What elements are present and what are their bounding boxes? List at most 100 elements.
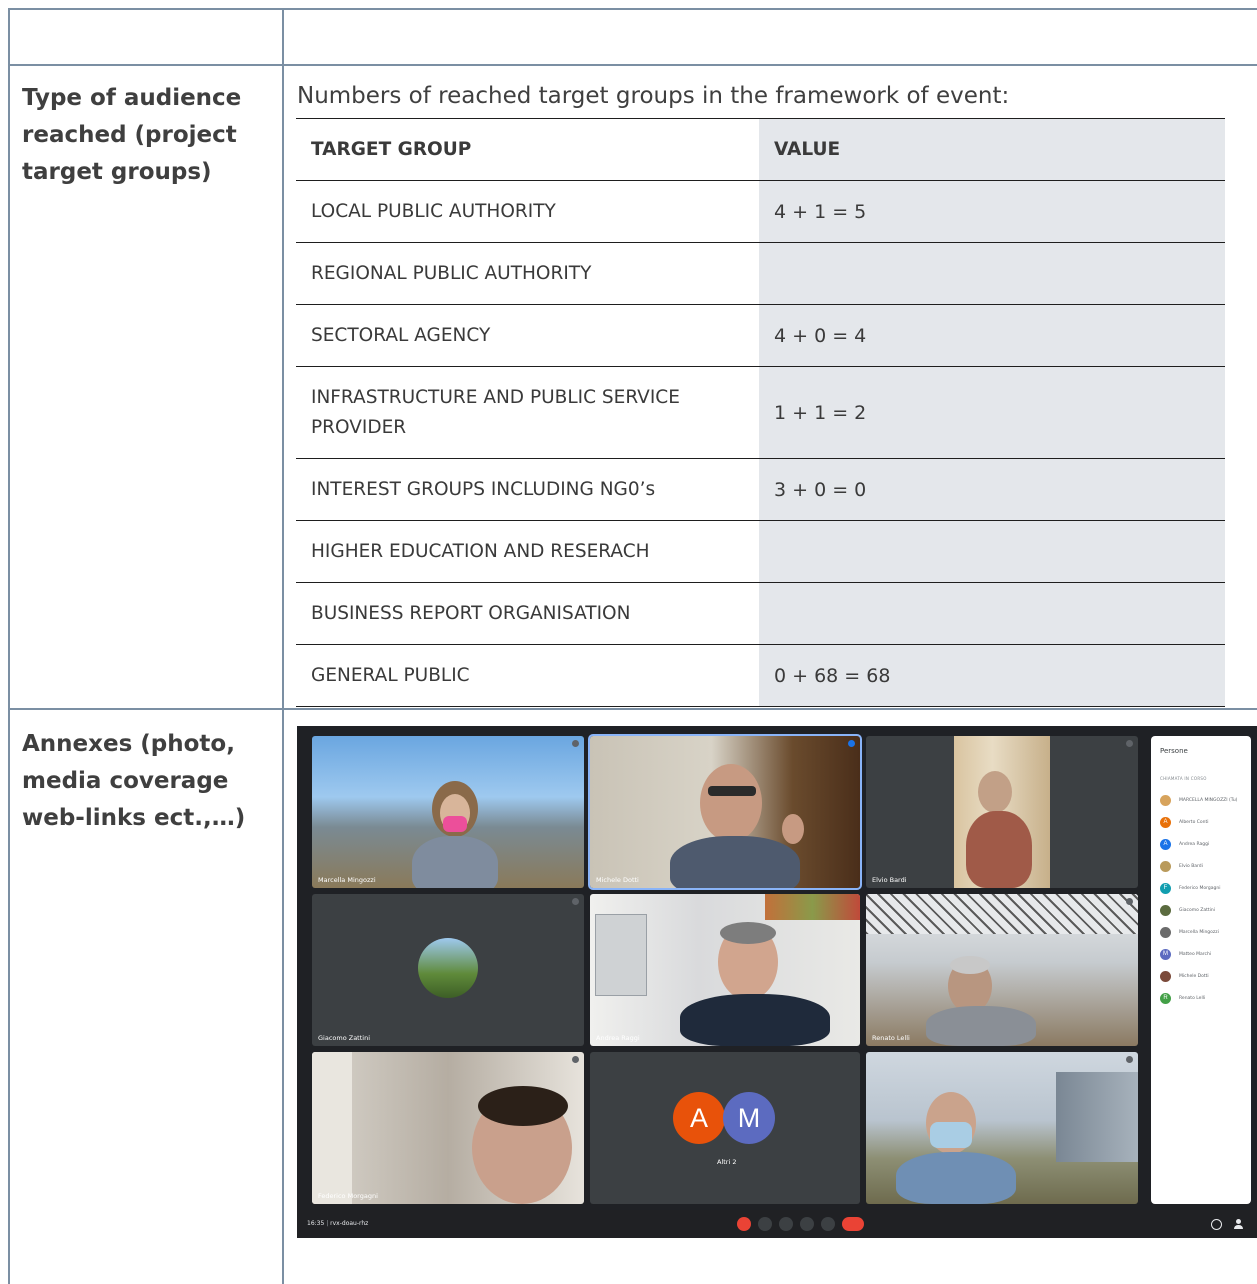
speaking-indicator-icon xyxy=(848,740,855,747)
person-name: Andrea Raggi xyxy=(1179,841,1210,847)
video-tile: Michele Dotti xyxy=(588,734,862,890)
mic-icon xyxy=(1126,898,1133,905)
target-group-cell: REGIONAL PUBLIC AUTHORITY xyxy=(311,262,592,284)
video-tile: Elvio Bardi xyxy=(866,736,1138,888)
people-list-item[interactable]: Michele Dotti xyxy=(1160,970,1209,982)
person-name: Renato Lelli xyxy=(1179,995,1206,1001)
mic-icon xyxy=(572,1056,579,1063)
avatar xyxy=(1160,970,1171,982)
avatar xyxy=(1160,926,1171,938)
table-row: HIGHER EDUCATION AND RESERACH xyxy=(296,520,1225,582)
video-tile: Federico Morgagni xyxy=(312,1052,584,1204)
table-row: BUSINESS REPORT ORGANISATION xyxy=(296,582,1225,644)
people-list-item[interactable]: Marcella Mingozzi xyxy=(1160,926,1219,938)
participant-name: Elvio Bardi xyxy=(872,876,907,884)
mic-icon xyxy=(572,740,579,747)
people-list-item[interactable]: R Renato Lelli xyxy=(1160,992,1205,1004)
captions-button[interactable] xyxy=(779,1217,793,1231)
table-bottom-border xyxy=(296,706,1225,707)
avatar xyxy=(1160,860,1171,872)
participant-name: Marcella Mingozzi xyxy=(318,876,376,884)
people-list-item[interactable]: A Alberto Conti xyxy=(1160,816,1209,828)
person-name: Giacomo Zattini xyxy=(1179,907,1216,913)
target-group-cell: SECTORAL AGENCY xyxy=(311,324,491,346)
person-name: Marcella Mingozzi xyxy=(1179,929,1219,935)
target-group-cell: HIGHER EDUCATION AND RESERACH xyxy=(311,540,650,562)
camera-button[interactable] xyxy=(758,1217,772,1231)
target-group-cell: INTEREST GROUPS INCLUDING NG0’s xyxy=(311,478,656,500)
value-cell: 3 + 0 = 0 xyxy=(759,459,1225,520)
table-row: INFRASTRUCTURE AND PUBLIC SERVICE PROVID… xyxy=(296,366,1225,458)
meeting-time: 16:35 xyxy=(307,1220,325,1227)
header-target-group: TARGET GROUP xyxy=(311,138,472,160)
value-cell: 1 + 1 = 2 xyxy=(759,367,1225,458)
target-group-cell: BUSINESS REPORT ORGANISATION xyxy=(311,602,631,624)
mic-icon xyxy=(572,898,579,905)
value-cell: 4 + 1 = 5 xyxy=(759,181,1225,242)
avatar: F xyxy=(1160,882,1171,894)
people-panel: Persone CHIAMATA IN CORSO MARCELLA MINGO… xyxy=(1151,736,1251,1204)
video-tile xyxy=(866,1052,1138,1204)
table-row: LOCAL PUBLIC AUTHORITY 4 + 1 = 5 xyxy=(296,180,1225,242)
video-tile: Marcella Mingozzi xyxy=(312,736,584,888)
avatar xyxy=(418,938,478,998)
avatar xyxy=(1160,794,1171,806)
table-row: INTEREST GROUPS INCLUDING NG0’s 3 + 0 = … xyxy=(296,458,1225,520)
mic-icon xyxy=(1126,1056,1133,1063)
present-button[interactable] xyxy=(800,1217,814,1231)
value-cell xyxy=(759,243,1225,304)
meeting-screenshot: Marcella Mingozzi Michele Dotti Elvio Ba… xyxy=(297,726,1257,1238)
annexes-label: Annexes (photo, media coverage web-links… xyxy=(22,731,246,831)
table-row: GENERAL PUBLIC 0 + 68 = 68 xyxy=(296,644,1225,706)
meeting-code: rvx-doau-rhz xyxy=(330,1220,369,1227)
person-name: Elvio Bardi xyxy=(1179,863,1203,869)
target-group-cell: GENERAL PUBLIC xyxy=(311,664,470,686)
table-border-left xyxy=(8,8,10,1284)
header-value: VALUE xyxy=(759,119,1225,180)
more-options-button[interactable] xyxy=(821,1217,835,1231)
participant-name: Andrea Raggi xyxy=(596,1034,640,1042)
value-cell xyxy=(759,583,1225,644)
people-icon[interactable] xyxy=(1233,1217,1247,1231)
avatar: M xyxy=(1160,948,1171,960)
participant-name: Altri 2 xyxy=(717,1158,737,1166)
video-tile: Giacomo Zattini xyxy=(312,894,584,1046)
people-list-item[interactable]: M Matteo Marchi xyxy=(1160,948,1211,960)
meeting-time-and-code: 16:35 | rvx-doau-rhz xyxy=(307,1220,369,1227)
table-column-divider xyxy=(282,8,284,1284)
person-name: Matteo Marchi xyxy=(1179,951,1212,957)
target-group-cell: INFRASTRUCTURE AND PUBLIC SERVICE PROVID… xyxy=(311,386,680,438)
people-list-item[interactable]: Giacomo Zattini xyxy=(1160,904,1215,916)
mic-off-button[interactable] xyxy=(737,1217,751,1231)
people-list-item[interactable]: MARCELLA MINGOZZI (Tu) xyxy=(1160,794,1237,806)
person-name: Federico Morgagni xyxy=(1179,885,1221,891)
info-icon[interactable] xyxy=(1211,1219,1222,1230)
people-list-item[interactable]: F Federico Morgagni xyxy=(1160,882,1220,894)
video-tile: Renato Lelli xyxy=(866,894,1138,1046)
participant-name: Michele Dotti xyxy=(596,876,639,884)
table-row: SECTORAL AGENCY 4 + 0 = 4 xyxy=(296,304,1225,366)
hang-up-button[interactable] xyxy=(842,1217,864,1231)
mic-icon xyxy=(1126,740,1133,747)
avatar: A xyxy=(673,1092,725,1144)
people-list-item[interactable]: Elvio Bardi xyxy=(1160,860,1203,872)
person-name: Michele Dotti xyxy=(1179,973,1209,979)
audience-label: Type of audience reached (project target… xyxy=(22,85,242,185)
video-tile: A M Altri 2 xyxy=(590,1052,860,1204)
video-tile: Andrea Raggi xyxy=(590,894,860,1046)
avatar: A xyxy=(1160,816,1171,828)
table-row-divider xyxy=(8,64,1257,66)
participant-name: Federico Morgagni xyxy=(318,1192,378,1200)
avatar: R xyxy=(1160,992,1171,1004)
avatar: M xyxy=(723,1092,775,1144)
table-row: REGIONAL PUBLIC AUTHORITY xyxy=(296,242,1225,304)
value-cell: 0 + 68 = 68 xyxy=(759,645,1225,706)
participant-name: Giacomo Zattini xyxy=(318,1034,371,1042)
person-name: MARCELLA MINGOZZI (Tu) xyxy=(1179,797,1238,803)
avatar xyxy=(1160,904,1171,916)
table-header-row: TARGET GROUP VALUE xyxy=(296,118,1225,180)
people-list-item[interactable]: A Andrea Raggi xyxy=(1160,838,1209,850)
intro-text: Numbers of reached target groups in the … xyxy=(297,83,1010,109)
value-cell xyxy=(759,521,1225,582)
meeting-control-bar: 16:35 | rvx-doau-rhz xyxy=(297,1210,1257,1238)
